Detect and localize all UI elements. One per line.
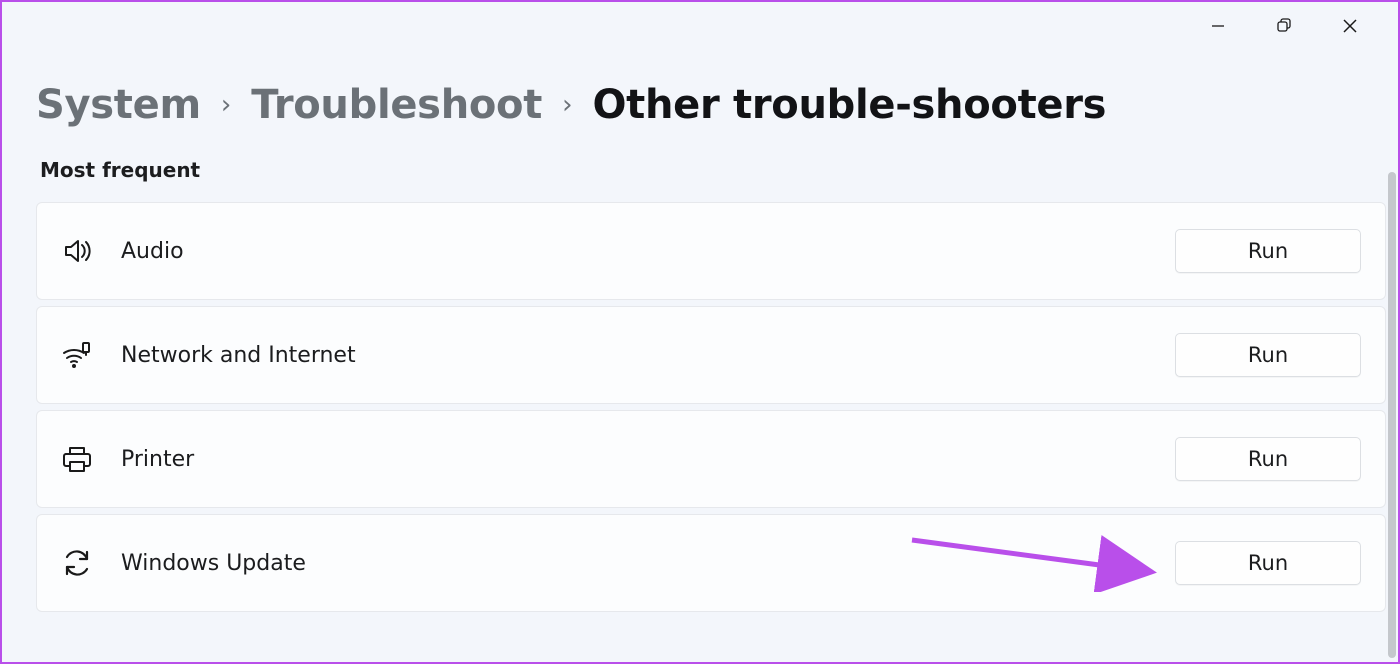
run-button-audio[interactable]: Run: [1175, 229, 1361, 273]
close-button[interactable]: [1330, 6, 1370, 46]
troubleshooter-label: Windows Update: [121, 551, 1147, 576]
minimize-button[interactable]: [1198, 6, 1238, 46]
audio-icon: [61, 235, 93, 267]
run-button-network[interactable]: Run: [1175, 333, 1361, 377]
page-content: System › Troubleshoot › Other trouble-sh…: [36, 82, 1386, 656]
breadcrumb: System › Troubleshoot › Other trouble-sh…: [36, 82, 1386, 128]
run-button-printer[interactable]: Run: [1175, 437, 1361, 481]
troubleshooter-audio: Audio Run: [36, 202, 1386, 300]
chevron-right-icon: ›: [562, 90, 572, 120]
network-icon: [61, 339, 93, 371]
vertical-scrollbar[interactable]: [1388, 172, 1396, 658]
printer-icon: [61, 443, 93, 475]
maximize-button[interactable]: [1264, 6, 1304, 46]
section-header-most-frequent: Most frequent: [40, 158, 1386, 182]
troubleshooter-list: Audio Run Network and Internet Run: [36, 202, 1386, 612]
troubleshooter-windows-update: Windows Update Run: [36, 514, 1386, 612]
troubleshooter-label: Network and Internet: [121, 343, 1147, 368]
breadcrumb-system[interactable]: System: [36, 82, 201, 128]
troubleshooter-label: Audio: [121, 239, 1147, 264]
run-button-windows-update[interactable]: Run: [1175, 541, 1361, 585]
update-icon: [61, 547, 93, 579]
troubleshooter-network: Network and Internet Run: [36, 306, 1386, 404]
troubleshooter-printer: Printer Run: [36, 410, 1386, 508]
chevron-right-icon: ›: [221, 90, 231, 120]
troubleshooter-label: Printer: [121, 447, 1147, 472]
breadcrumb-troubleshoot[interactable]: Troubleshoot: [251, 82, 542, 128]
breadcrumb-current: Other trouble-shooters: [592, 82, 1106, 128]
window-caption-bar: [1198, 2, 1398, 50]
